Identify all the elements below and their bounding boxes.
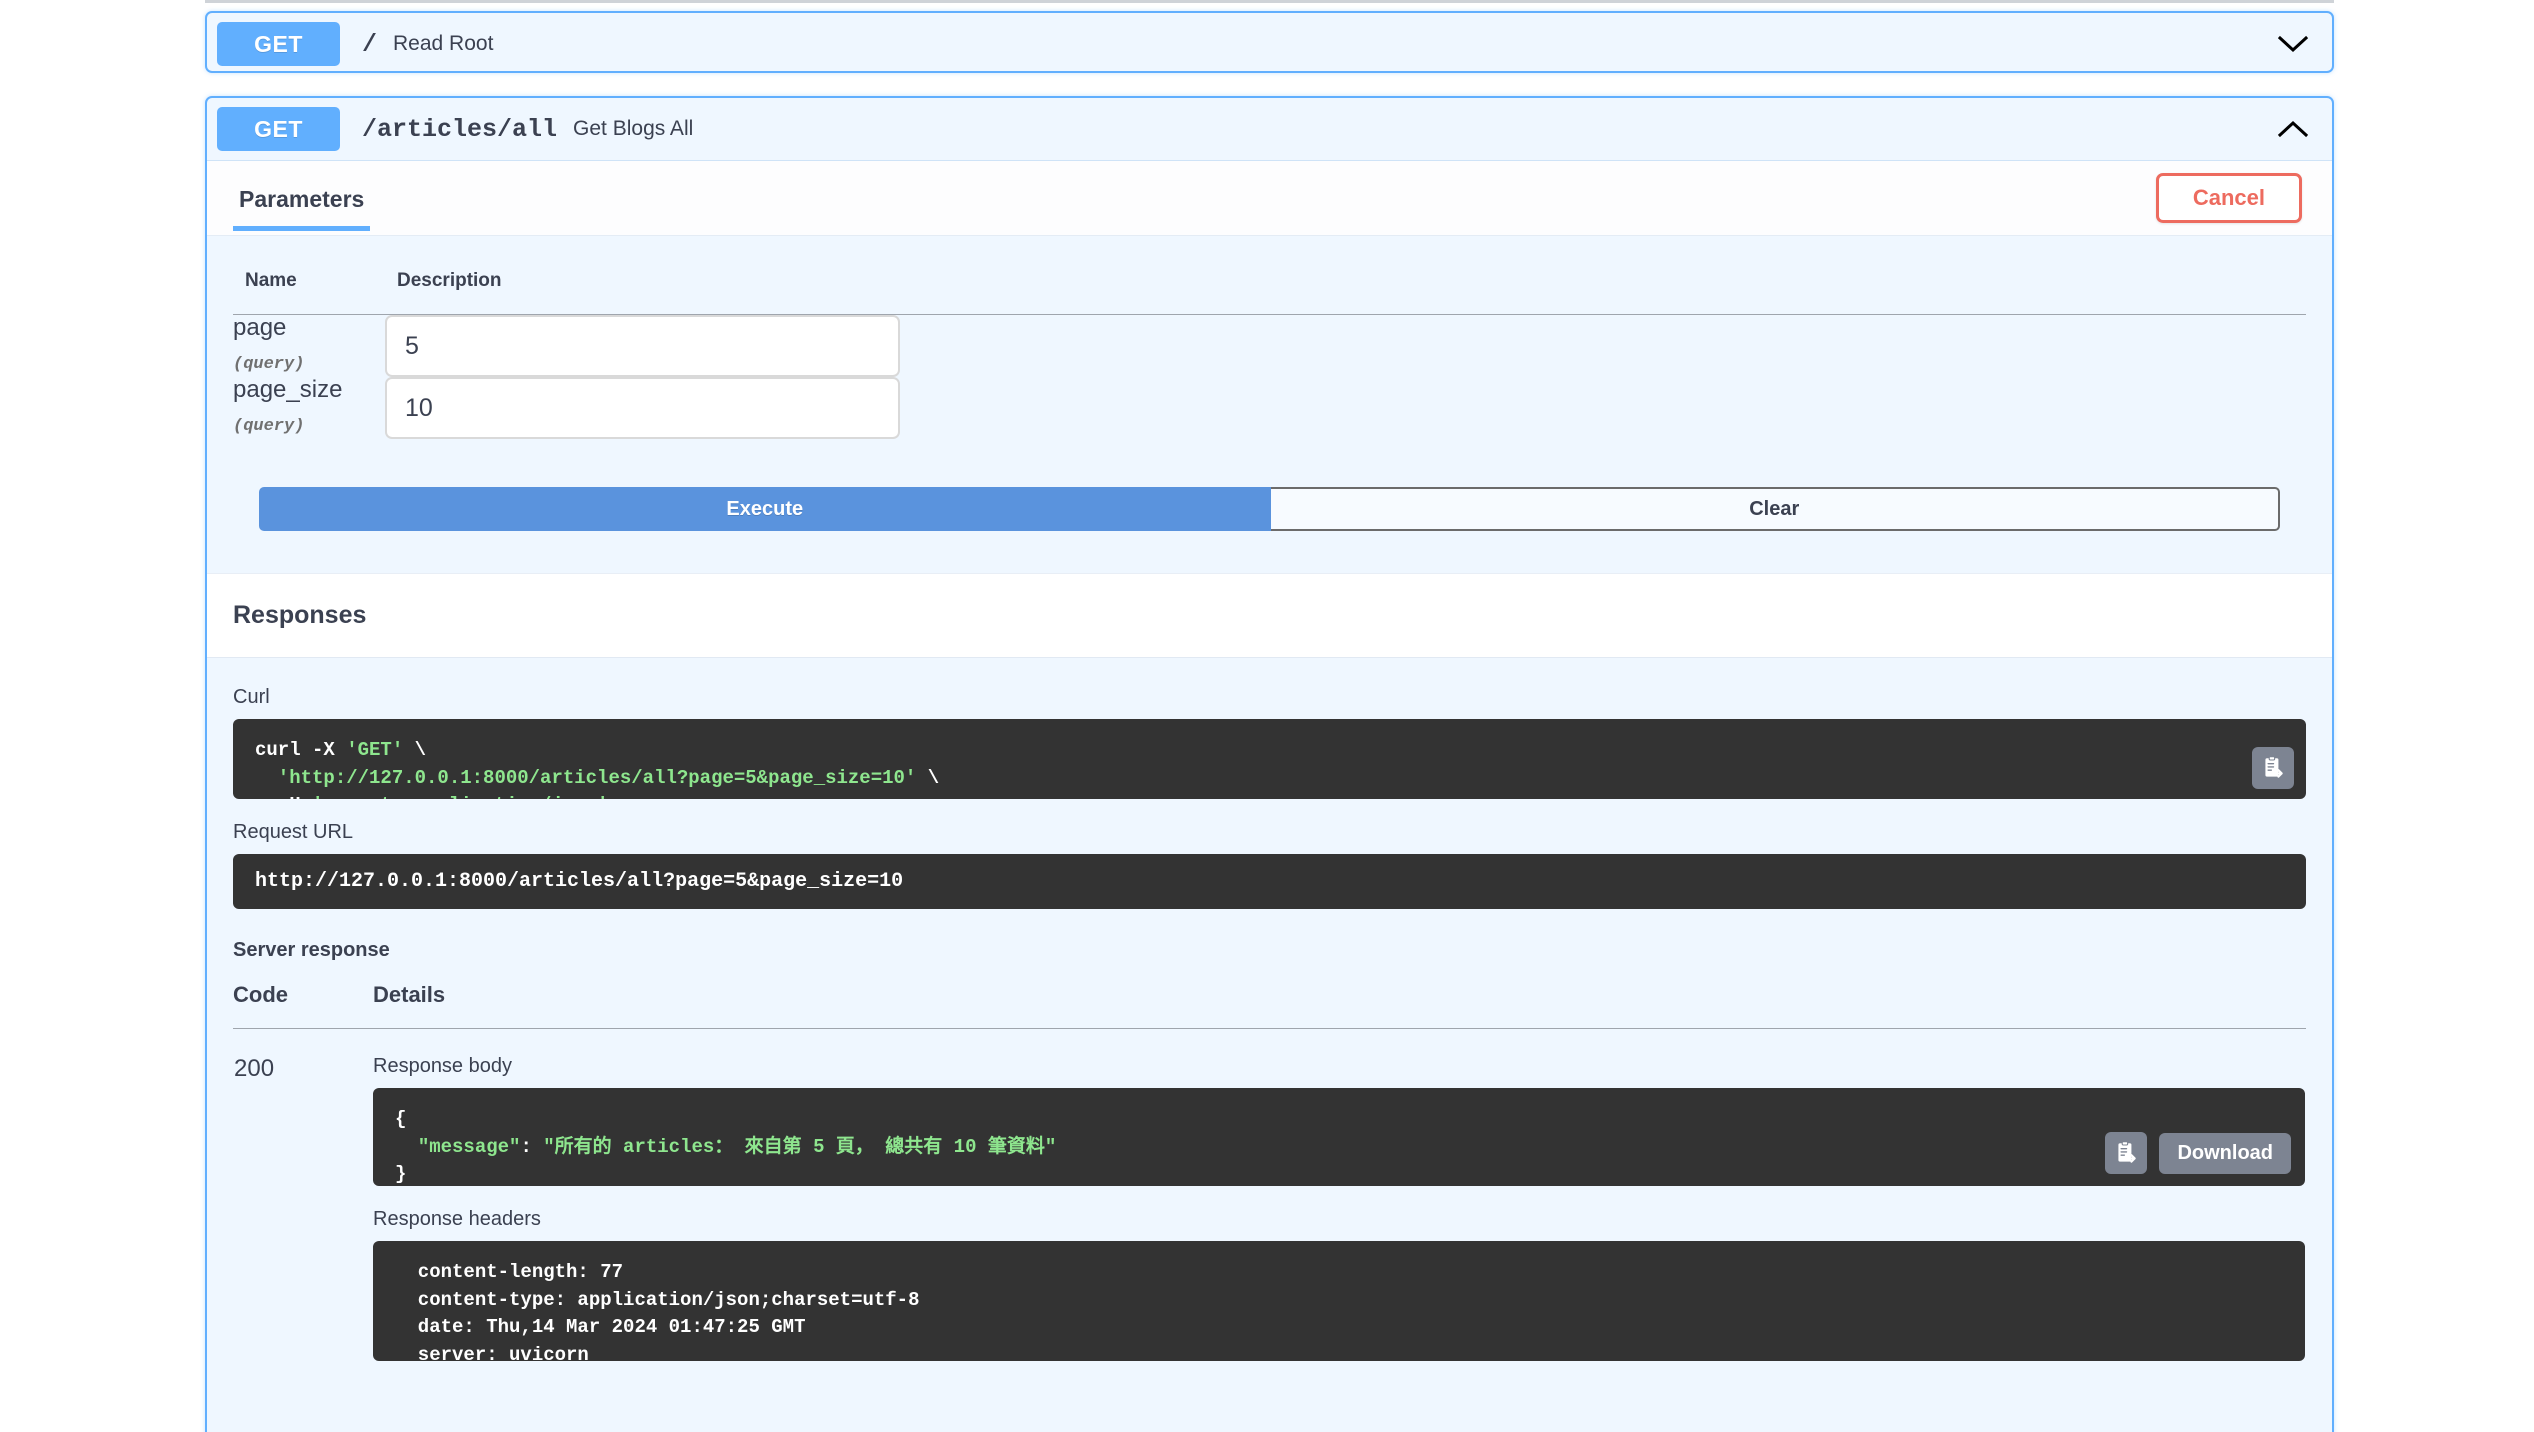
- json-colon: :: [520, 1136, 543, 1158]
- response-body-label: Response body: [373, 1055, 2305, 1078]
- response-table-header-row: Code Details: [233, 982, 2306, 1029]
- responses-header-band: Responses: [207, 573, 2332, 658]
- tab-parameters[interactable]: Parameters: [233, 186, 370, 235]
- curl-label: Curl: [233, 686, 2306, 709]
- page-size-input[interactable]: [385, 377, 900, 439]
- operation-block-get-blogs-all[interactable]: GET /articles/all Get Blogs All Paramete…: [205, 96, 2334, 1432]
- json-open-brace: {: [395, 1108, 406, 1130]
- curl-line3-flag: -H: [255, 794, 312, 799]
- curl-line2-continuation: \: [916, 767, 939, 789]
- column-header-details: Details: [363, 982, 2306, 1029]
- parameter-name-cell: page_size (query): [233, 377, 385, 439]
- execute-clear-row: Execute Clear: [259, 487, 2280, 531]
- response-body-text: { "message": "所有的 articles： 來自第 5 頁， 總共有…: [395, 1106, 2283, 1186]
- curl-line2-url: 'http://127.0.0.1:8000/articles/all?page…: [255, 767, 916, 789]
- operation-path: /: [362, 30, 377, 59]
- parameter-value-cell: [385, 315, 2306, 378]
- parameter-name-page-size: page_size: [233, 377, 385, 403]
- column-header-code: Code: [233, 982, 363, 1029]
- parameters-table: Name Description page (query): [233, 270, 2306, 439]
- page-input[interactable]: [385, 315, 900, 377]
- http-method-badge: GET: [217, 22, 340, 66]
- cancel-button[interactable]: Cancel: [2156, 173, 2302, 223]
- server-response-label: Server response: [233, 939, 2306, 962]
- request-url-block: http://127.0.0.1:8000/articles/all?page=…: [233, 854, 2306, 909]
- operation-body: Parameters Cancel Name Description: [207, 160, 2332, 1432]
- response-headers-block: content-length: 77 content-type: applica…: [373, 1241, 2305, 1361]
- status-badge: 200: [234, 1055, 362, 1083]
- copy-icon[interactable]: [2105, 1132, 2147, 1174]
- curl-line3-header: 'accept: application/json': [312, 794, 608, 799]
- curl-line1-method: 'GET': [346, 739, 403, 761]
- json-close-brace: }: [395, 1163, 406, 1185]
- table-row: page_size (query): [233, 377, 2306, 439]
- operation-summary-read-root[interactable]: GET / Read Root: [207, 13, 2332, 75]
- curl-line1-command: curl -X: [255, 739, 346, 761]
- parameter-location-page: (query): [233, 355, 385, 374]
- response-details-cell: Response body { "message": "所有的 articles…: [363, 1029, 2306, 1363]
- column-header-name: Name: [233, 270, 385, 315]
- copy-icon[interactable]: [2252, 747, 2294, 789]
- table-row: 200 Response body { "message": "所有的 arti…: [233, 1029, 2306, 1363]
- json-key-message: "message": [418, 1136, 521, 1158]
- operation-summary-text: Read Root: [393, 32, 493, 56]
- operation-path: /articles/all: [362, 115, 557, 144]
- swagger-ui-page: GET / Read Root GET /articles/all Get Bl…: [0, 0, 2534, 1432]
- download-button[interactable]: Download: [2159, 1133, 2291, 1174]
- request-url-text: http://127.0.0.1:8000/articles/all?page=…: [255, 870, 2284, 893]
- operation-summary-text: Get Blogs All: [573, 117, 693, 141]
- column-header-description: Description: [385, 270, 2306, 315]
- response-headers-label: Response headers: [373, 1208, 2305, 1231]
- response-code-cell: 200: [233, 1029, 363, 1363]
- curl-line1-continuation: \: [403, 739, 426, 761]
- response-body-block: { "message": "所有的 articles： 來自第 5 頁， 總共有…: [373, 1088, 2305, 1186]
- curl-code-text: curl -X 'GET' \ 'http://127.0.0.1:8000/a…: [255, 737, 2284, 799]
- parameter-location-page-size: (query): [233, 417, 385, 436]
- parameter-name-page: page: [233, 315, 385, 341]
- parameter-name-cell: page (query): [233, 315, 385, 378]
- chevron-down-icon[interactable]: [2276, 27, 2310, 61]
- json-value-message: "所有的 articles： 來自第 5 頁， 總共有 10 筆資料": [543, 1136, 1056, 1158]
- table-row: page (query): [233, 315, 2306, 378]
- execute-button[interactable]: Execute: [259, 487, 1271, 531]
- clear-button[interactable]: Clear: [1271, 487, 2281, 531]
- server-response-table: Code Details 200 Response body: [233, 982, 2306, 1362]
- responses-body: Curl curl -X 'GET' \ 'http://127.0.0.1:8…: [207, 658, 2332, 1362]
- operation-summary-get-blogs-all[interactable]: GET /articles/all Get Blogs All: [207, 98, 2332, 160]
- operation-block-read-root[interactable]: GET / Read Root: [205, 11, 2334, 73]
- request-url-label: Request URL: [233, 821, 2306, 844]
- top-divider: [205, 0, 2334, 3]
- parameters-table-header-row: Name Description: [233, 270, 2306, 315]
- response-body-actions: Download: [2105, 1132, 2291, 1174]
- parameter-value-cell: [385, 377, 2306, 439]
- responses-title: Responses: [233, 601, 366, 630]
- chevron-up-icon[interactable]: [2276, 112, 2310, 146]
- response-headers-text: content-length: 77 content-type: applica…: [395, 1259, 2283, 1361]
- http-method-badge: GET: [217, 107, 340, 151]
- curl-code-block: curl -X 'GET' \ 'http://127.0.0.1:8000/a…: [233, 719, 2306, 799]
- parameters-area: Name Description page (query): [207, 236, 2332, 531]
- parameters-header-band: Parameters Cancel: [207, 161, 2332, 236]
